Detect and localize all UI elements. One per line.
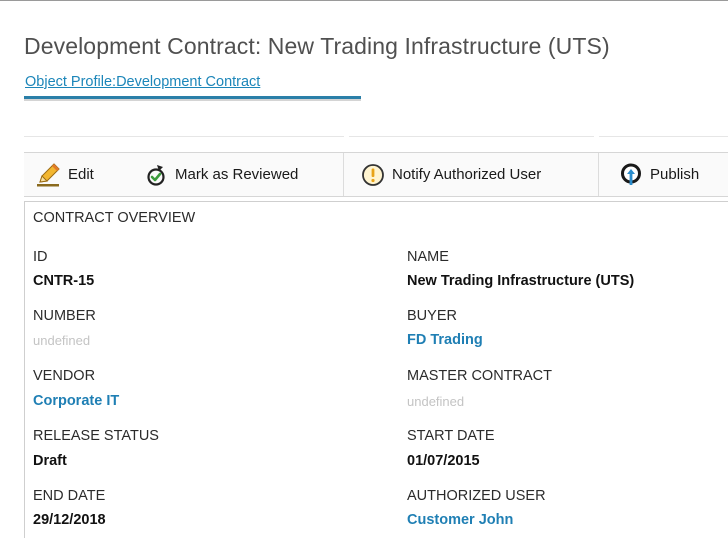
toolbar-separator — [598, 153, 599, 196]
object-profile-link[interactable]: Object Profile:Development Contract — [25, 74, 260, 90]
field-value-buyer-link[interactable]: FD Trading — [407, 332, 483, 348]
field-value-master-contract: undefined — [407, 394, 465, 409]
divider — [24, 136, 344, 137]
notify-authorized-user-button[interactable]: Notify Authorized User — [361, 153, 541, 196]
page-title: Development Contract: New Trading Infras… — [24, 33, 610, 59]
field-label-id: ID — [33, 249, 48, 265]
profile-tab-shadow — [24, 99, 361, 101]
divider — [599, 136, 728, 137]
field-label-master-contract: MASTER CONTRACT — [407, 368, 552, 384]
window-top-border — [0, 0, 728, 1]
publish-label: Publish — [650, 166, 700, 183]
field-label-buyer: BUYER — [407, 308, 457, 324]
field-value-name: New Trading Infrastructure (UTS) — [407, 273, 635, 289]
field-value-release-status: Draft — [33, 453, 67, 469]
warning-circle-icon — [362, 163, 384, 186]
edit-button[interactable]: Edit — [37, 153, 94, 196]
divider — [349, 136, 594, 137]
field-label-release-status: RELEASE STATUS — [33, 428, 159, 444]
reviewed-check-icon — [147, 164, 165, 186]
field-label-start-date: START DATE — [407, 428, 495, 444]
toolbar-separator — [343, 153, 344, 196]
pencil-icon — [37, 162, 60, 186]
contract-overview-panel — [24, 201, 728, 538]
field-value-vendor-link[interactable]: Corporate IT — [33, 393, 119, 409]
field-label-name: NAME — [407, 249, 449, 265]
action-toolbar: Edit Mark as Reviewed Notify Authorized … — [24, 152, 728, 197]
field-label-number: NUMBER — [33, 308, 96, 324]
edit-label: Edit — [68, 166, 94, 183]
field-value-id: CNTR-15 — [33, 273, 95, 289]
publish-upload-icon — [621, 163, 641, 185]
mark-as-reviewed-label: Mark as Reviewed — [175, 166, 299, 183]
field-value-number: undefined — [33, 333, 91, 348]
field-label-end-date: END DATE — [33, 488, 106, 504]
field-value-authorized-user-link[interactable]: Customer John — [407, 512, 513, 528]
mark-as-reviewed-button[interactable]: Mark as Reviewed — [144, 153, 298, 196]
publish-button[interactable]: Publish — [619, 153, 699, 196]
field-value-start-date: 01/07/2015 — [407, 453, 480, 469]
field-label-vendor: VENDOR — [33, 368, 96, 384]
section-title: CONTRACT OVERVIEW — [33, 210, 196, 226]
field-value-end-date: 29/12/2018 — [33, 512, 106, 528]
notify-authorized-user-label: Notify Authorized User — [392, 166, 542, 183]
field-label-authorized-user: AUTHORIZED USER — [407, 488, 546, 504]
